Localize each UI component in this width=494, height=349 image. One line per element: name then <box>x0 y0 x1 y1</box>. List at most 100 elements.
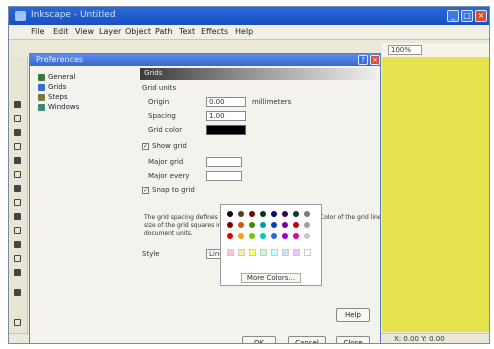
palette-swatch[interactable] <box>249 211 255 217</box>
menu-effects[interactable]: Effects <box>201 27 228 37</box>
dialog-help-icon[interactable]: ? <box>358 55 368 65</box>
palette-swatch[interactable] <box>282 233 288 239</box>
window-close-button[interactable]: × <box>475 10 487 22</box>
palette-swatch[interactable] <box>238 249 245 256</box>
grid-units-label: Grid units <box>142 84 177 92</box>
menu-layer[interactable]: Layer <box>99 27 121 37</box>
palette-swatch[interactable] <box>227 233 233 239</box>
dropper-tool-icon[interactable] <box>14 269 21 276</box>
menu-text[interactable]: Text <box>179 27 195 37</box>
menu-file[interactable]: File <box>31 27 44 37</box>
palette-swatch[interactable] <box>293 222 299 228</box>
origin-value: 0.00 <box>209 98 225 106</box>
pen-tool-icon[interactable] <box>14 213 21 220</box>
menu-view[interactable]: View <box>75 27 94 37</box>
dialog-close-icon[interactable]: × <box>370 55 380 65</box>
spacing-value: 1.00 <box>209 112 225 120</box>
palette-swatch[interactable] <box>282 222 288 228</box>
canvas-area[interactable] <box>382 57 489 332</box>
palette-swatch[interactable] <box>227 249 234 256</box>
origin-field[interactable]: 0.00 <box>206 97 246 107</box>
panel-header: Grids <box>140 68 376 80</box>
palette-swatch[interactable] <box>304 222 310 228</box>
snap-checkbox[interactable]: ✓ <box>142 187 149 194</box>
minimize-button[interactable]: _ <box>447 10 459 22</box>
text-tool-icon[interactable] <box>14 241 21 248</box>
palette-swatch[interactable] <box>260 249 267 256</box>
palette-swatch[interactable] <box>249 222 255 228</box>
palette-swatch[interactable] <box>282 211 288 217</box>
major-grid-label: Major grid <box>148 158 184 166</box>
color-description-text: Color of the grid lines <box>320 214 381 221</box>
palette-swatch[interactable] <box>260 222 266 228</box>
preferences-dialog: Preferences ? × General Grids Steps Wind… <box>29 53 381 343</box>
palette-swatch[interactable] <box>227 211 233 217</box>
palette-swatch[interactable] <box>293 233 299 239</box>
palette-swatch[interactable] <box>249 233 255 239</box>
pencil-tool-icon[interactable] <box>14 199 21 206</box>
major-every-label: Major every <box>148 172 190 180</box>
calligraphy-tool-icon[interactable] <box>14 227 21 234</box>
gradient-tool-icon[interactable] <box>14 255 21 262</box>
palette-swatch[interactable] <box>304 249 311 256</box>
fill-tool-icon[interactable] <box>14 319 21 326</box>
major-grid-field[interactable] <box>206 157 242 167</box>
more-colors-button[interactable]: More Colors... <box>241 273 301 283</box>
palette-swatch[interactable] <box>293 211 299 217</box>
title-bar: Inkscape - Untitled _ □ × <box>9 7 489 25</box>
cancel-button[interactable]: Cancel <box>288 336 326 343</box>
folder-icon <box>38 84 45 91</box>
connector-tool-icon[interactable] <box>14 289 21 296</box>
palette-swatch[interactable] <box>249 249 256 256</box>
dialog-title-bar: Preferences ? × <box>30 54 380 66</box>
folder-icon <box>38 104 45 111</box>
palette-swatch[interactable] <box>260 211 266 217</box>
menu-edit[interactable]: Edit <box>53 27 69 37</box>
menu-path[interactable]: Path <box>155 27 173 37</box>
menu-help[interactable]: Help <box>235 27 253 37</box>
show-grid-label: Show grid <box>152 142 187 150</box>
palette-swatch[interactable] <box>304 233 310 239</box>
tree-label: Windows <box>48 103 80 111</box>
tree-item-grids[interactable]: Grids <box>38 83 128 92</box>
app-window: Inkscape - Untitled _ □ × File Edit View… <box>8 6 490 344</box>
palette-swatch[interactable] <box>282 249 289 256</box>
palette-swatch[interactable] <box>271 211 277 217</box>
palette-swatch[interactable] <box>271 249 278 256</box>
palette-swatch[interactable] <box>227 222 233 228</box>
window-title: Inkscape - Untitled <box>31 10 116 20</box>
spacing-field[interactable]: 1.00 <box>206 111 246 121</box>
selector-tool-icon[interactable] <box>14 101 21 108</box>
palette-swatch[interactable] <box>293 249 300 256</box>
palette-swatch[interactable] <box>238 211 244 217</box>
close-button[interactable]: Close <box>336 336 370 343</box>
grid-color-button[interactable] <box>206 125 246 135</box>
show-grid-checkbox[interactable]: ✓ <box>142 143 149 150</box>
tree-label: General <box>48 73 76 81</box>
tree-item-windows[interactable]: Windows <box>38 103 128 112</box>
tree-item-steps[interactable]: Steps <box>38 93 128 102</box>
palette-swatch[interactable] <box>271 222 277 228</box>
tree-item-general[interactable]: General <box>38 73 128 82</box>
palette-swatch[interactable] <box>271 233 277 239</box>
help-button[interactable]: Help <box>336 308 370 322</box>
description-text: The grid spacing defines the size of the… <box>144 214 230 237</box>
app-icon <box>15 11 26 21</box>
ok-button[interactable]: OK <box>242 336 276 343</box>
zoom-tool-icon[interactable] <box>14 129 21 136</box>
palette-swatch[interactable] <box>238 222 244 228</box>
category-tree: General Grids Steps Windows <box>38 73 128 130</box>
palette-swatch[interactable] <box>238 233 244 239</box>
origin-unit: millimeters <box>252 98 292 106</box>
ellipse-tool-icon[interactable] <box>14 157 21 164</box>
palette-swatch[interactable] <box>260 233 266 239</box>
zoom-field[interactable]: 100% <box>388 45 422 55</box>
spiral-tool-icon[interactable] <box>14 185 21 192</box>
node-tool-icon[interactable] <box>14 115 21 122</box>
star-tool-icon[interactable] <box>14 171 21 178</box>
menu-object[interactable]: Object <box>125 27 151 37</box>
maximize-button[interactable]: □ <box>461 10 473 22</box>
major-every-field[interactable] <box>206 171 242 181</box>
rectangle-tool-icon[interactable] <box>14 143 21 150</box>
palette-swatch[interactable] <box>304 211 310 217</box>
